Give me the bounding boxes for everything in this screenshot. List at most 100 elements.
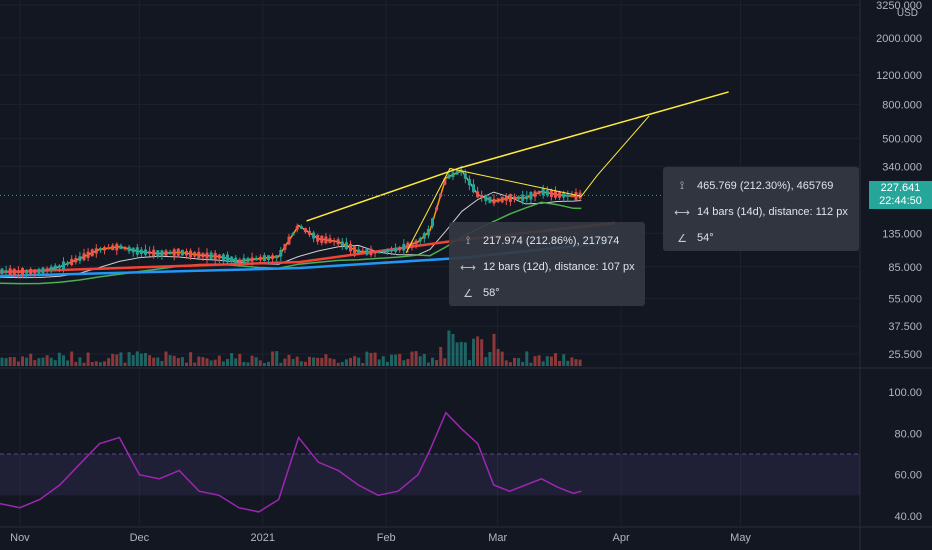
- volume-bar: [250, 355, 254, 366]
- measure-tooltip-2[interactable]: ⟟ 465.769 (212.30%), 465769 ⟷ 14 bars (1…: [663, 167, 859, 251]
- candle-body: [299, 226, 303, 229]
- time-tick-label: Mar: [488, 532, 507, 544]
- volume-bar: [287, 354, 291, 366]
- candle-body: [258, 256, 262, 261]
- volume-bar: [390, 354, 393, 366]
- candle-body: [29, 268, 33, 275]
- candle-body: [447, 174, 451, 179]
- candle-body: [8, 268, 12, 275]
- candle-body: [295, 226, 299, 230]
- candle-body: [250, 257, 254, 262]
- candle-body: [377, 251, 381, 254]
- candle-body: [66, 262, 70, 265]
- candle-body: [549, 189, 553, 198]
- candle-body: [554, 190, 557, 198]
- volume-bar: [139, 353, 143, 366]
- time-tick-label: May: [730, 532, 751, 544]
- volume-bar: [209, 360, 213, 366]
- candle-body: [385, 249, 389, 253]
- volume-bar: [279, 362, 283, 366]
- candle-body: [205, 252, 209, 259]
- candle-body: [541, 188, 545, 196]
- candle-body: [455, 171, 459, 175]
- candle-body: [45, 268, 49, 271]
- candle-body: [332, 240, 336, 243]
- volume-bar: [111, 353, 115, 366]
- volume-bar: [193, 362, 197, 366]
- candle-body: [119, 245, 123, 249]
- volume-bar: [476, 336, 480, 366]
- candle-body: [361, 250, 365, 253]
- volume-bar: [156, 357, 160, 366]
- candle-body: [201, 253, 205, 258]
- volume-bar: [545, 356, 549, 366]
- volume-bar: [496, 348, 500, 366]
- volume-bar: [394, 354, 398, 366]
- price-tick-label: 500.000: [882, 133, 922, 145]
- candle-body: [172, 249, 176, 256]
- time-tick-label: 2021: [251, 532, 275, 544]
- volume-bar: [217, 355, 221, 366]
- candle-body: [25, 269, 29, 274]
- volume-bar: [443, 358, 447, 366]
- candle-body: [242, 258, 246, 263]
- volume-bar: [406, 358, 410, 366]
- volume-bar: [324, 354, 328, 366]
- tooltip-price-change: 217.974 (212.86%), 217974: [483, 235, 620, 247]
- candle-body: [70, 258, 74, 265]
- volume-bar: [86, 352, 90, 366]
- candle-body: [185, 251, 188, 256]
- candle-body: [221, 254, 225, 261]
- volume-bar: [521, 361, 525, 366]
- candle-body: [349, 243, 352, 252]
- volume-bar: [189, 352, 193, 366]
- bars-range-icon: ⟷: [460, 261, 476, 274]
- volume-bar: [418, 356, 422, 366]
- candle-body: [94, 248, 98, 254]
- candle-body: [365, 248, 369, 255]
- candle-body: [492, 198, 496, 204]
- volume-bar: [447, 330, 451, 366]
- candle-body: [107, 247, 111, 250]
- volume-bar: [303, 361, 307, 366]
- volume-bar: [246, 362, 250, 366]
- candle-body: [152, 249, 156, 257]
- volume-bar: [234, 358, 238, 366]
- candle-body: [267, 255, 270, 261]
- candle-body: [431, 218, 434, 227]
- price-tick-label: 37.500: [888, 321, 922, 333]
- volume-bar: [381, 356, 385, 366]
- candle-body: [193, 252, 197, 257]
- candle-body: [472, 184, 475, 193]
- volume-bar: [180, 357, 184, 366]
- price-tick-label: 340.000: [882, 161, 922, 173]
- candle-body: [353, 246, 357, 254]
- volume-bar: [271, 351, 275, 366]
- price-tick-label: 2000.000: [876, 33, 922, 45]
- price-tick-label: 800.000: [882, 99, 922, 111]
- candle-body: [176, 248, 180, 256]
- volume-bar: [492, 333, 496, 366]
- last-price-tag: 227.641 22:44:50: [869, 181, 932, 210]
- candle-body: [12, 268, 16, 275]
- candle-body: [144, 249, 147, 255]
- tooltip-row-bars: ⟷ 12 bars (12d), distance: 107 px: [459, 254, 635, 280]
- volume-bar: [230, 353, 234, 366]
- rsi-tick-label: 80.00: [894, 428, 922, 440]
- measure-tooltip-1[interactable]: ⟟ 217.974 (212.86%), 217974 ⟷ 12 bars (1…: [449, 222, 645, 306]
- candle-body: [139, 249, 143, 254]
- rsi-tick-label: 60.00: [894, 470, 922, 482]
- volume-bar: [537, 355, 541, 366]
- candle-body: [209, 252, 213, 260]
- volume-bar: [299, 361, 303, 366]
- volume-bar: [480, 339, 484, 366]
- price-tick-label: 135.000: [882, 228, 922, 240]
- volume-bar: [185, 362, 188, 366]
- volume-bar: [554, 353, 557, 366]
- volume-bar: [549, 356, 553, 366]
- volume-bar: [500, 351, 504, 366]
- volume-bar: [377, 359, 381, 366]
- volume-bar: [160, 360, 164, 366]
- candle-body: [369, 248, 373, 256]
- rsi-tick-label: 100.00: [888, 387, 922, 399]
